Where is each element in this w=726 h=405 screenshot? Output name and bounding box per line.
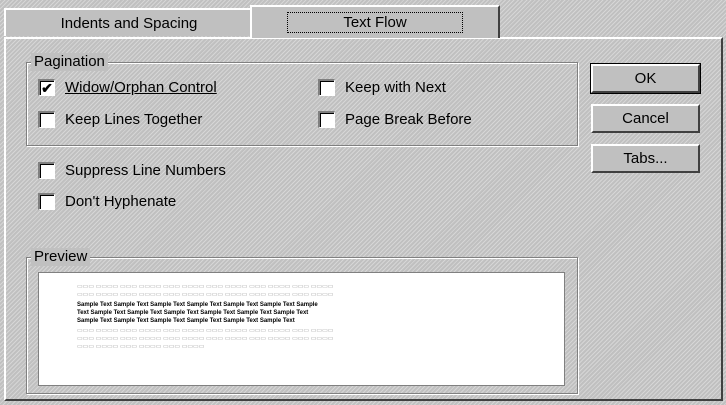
tab-text-flow[interactable]: Text Flow [250, 5, 500, 38]
keep-lines-together-checkbox[interactable]: Keep Lines Together [38, 111, 202, 128]
ok-button[interactable]: OK [590, 63, 701, 94]
paragraph-dialog: Indents and Spacing Text Flow Pagination… [0, 0, 726, 405]
checkbox-label: Widow/Orphan Control [65, 79, 217, 96]
suppress-line-numbers-checkbox[interactable]: Suppress Line Numbers [38, 162, 226, 179]
checkbox-box[interactable] [38, 111, 55, 128]
tab-indents-and-spacing[interactable]: Indents and Spacing [4, 8, 254, 36]
preview-pane: ▭▭▭ ▭▭▭▭ ▭▭▭ ▭▭▭▭ ▭▭▭ ▭▭▭▭ ▭▭▭ ▭▭▭▭ ▭▭▭ … [38, 272, 565, 386]
checkbox-box[interactable] [38, 162, 55, 179]
tabs-button[interactable]: Tabs... [591, 144, 700, 173]
preview-following-paragraph: ▭▭▭ ▭▭▭▭ ▭▭▭ ▭▭▭▭ ▭▭▭ ▭▭▭▭ [77, 344, 205, 350]
dont-hyphenate-checkbox[interactable]: Don't Hyphenate [38, 193, 176, 210]
preview-sample-line: Sample Text Sample Text Sample Text Samp… [77, 302, 318, 308]
cancel-button[interactable]: Cancel [591, 104, 700, 133]
preview-following-paragraph: ▭▭▭ ▭▭▭▭ ▭▭▭ ▭▭▭▭ ▭▭▭ ▭▭▭▭ ▭▭▭ ▭▭▭▭ ▭▭▭ … [77, 328, 334, 334]
checkbox-label: Keep with Next [345, 79, 446, 96]
preview-following-paragraph: ▭▭▭ ▭▭▭▭ ▭▭▭ ▭▭▭▭ ▭▭▭ ▭▭▭▭ ▭▭▭ ▭▭▭▭ ▭▭▭ … [77, 336, 334, 342]
checkbox-label: Don't Hyphenate [65, 193, 177, 210]
checkbox-box[interactable] [318, 79, 335, 96]
tab-text-flow-label: Text Flow [287, 12, 463, 33]
checkbox-label: Page Break Before [345, 111, 472, 128]
checkbox-label: Keep Lines Together [65, 111, 203, 128]
pagination-legend: Pagination [31, 53, 108, 71]
checkbox-box[interactable] [38, 193, 55, 210]
page-break-before-checkbox[interactable]: Page Break Before [318, 111, 472, 128]
preview-sample-line: Sample Text Sample Text Sample Text Samp… [77, 318, 295, 324]
checkbox-label: Suppress Line Numbers [65, 162, 226, 179]
checkbox-box[interactable] [318, 111, 335, 128]
preview-sample-line: Text Sample Text Sample Text Sample Text… [77, 310, 309, 316]
tab-indents-label: Indents and Spacing [60, 14, 198, 32]
preview-legend: Preview [31, 248, 91, 266]
preview-previous-paragraph: ▭▭▭ ▭▭▭▭ ▭▭▭ ▭▭▭▭ ▭▭▭ ▭▭▭▭ ▭▭▭ ▭▭▭▭ ▭▭▭ … [77, 284, 334, 290]
checkbox-box[interactable]: ✔ [38, 79, 55, 96]
preview-previous-paragraph: ▭▭▭ ▭▭▭▭ ▭▭▭ ▭▭▭▭ ▭▭▭ ▭▭▭▭ ▭▭▭ ▭▭▭▭ ▭▭▭ … [77, 292, 334, 298]
pagination-group: Pagination [26, 53, 578, 146]
keep-with-next-checkbox[interactable]: Keep with Next [318, 79, 446, 96]
widow-orphan-control-checkbox[interactable]: ✔ Widow/Orphan Control [38, 79, 217, 96]
